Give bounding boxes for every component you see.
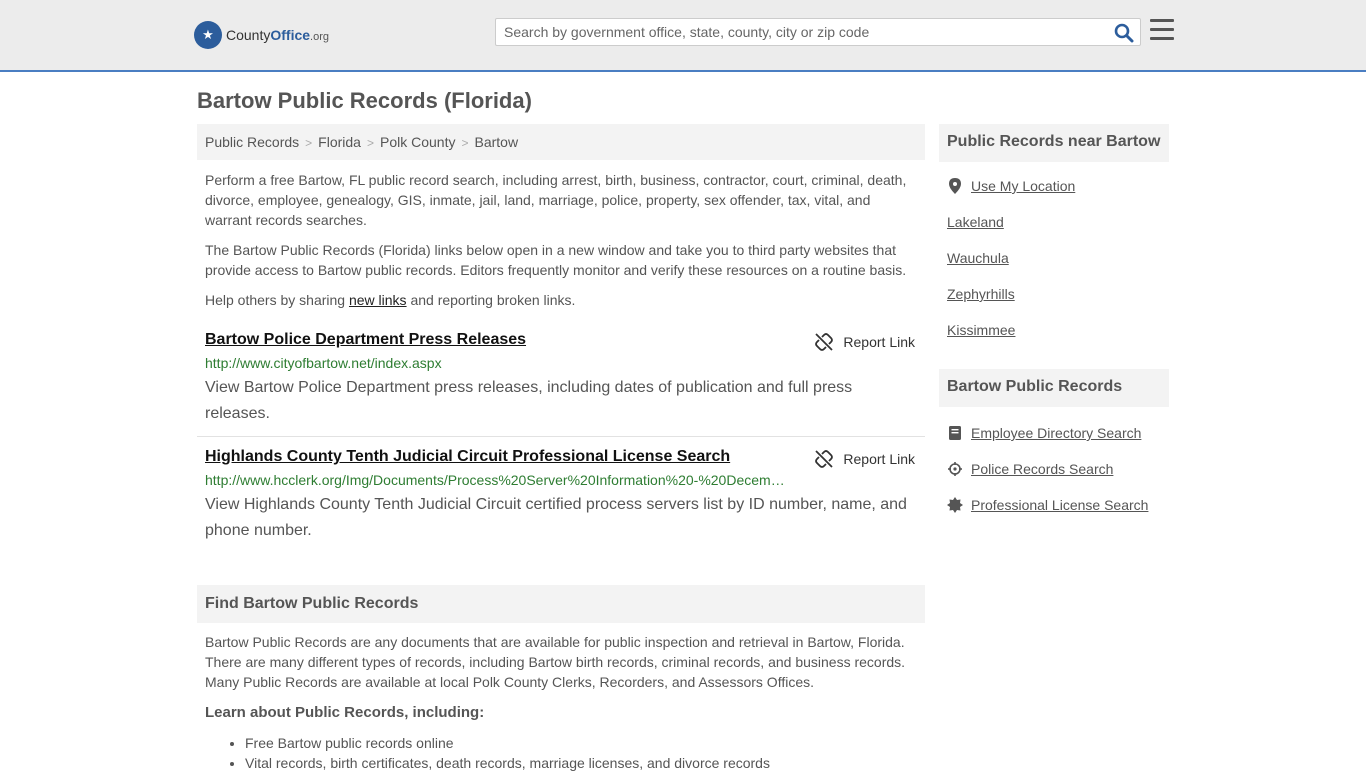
record-item: Highlands County Tenth Judicial Circuit … xyxy=(197,448,925,544)
learn-heading: Learn about Public Records, including: xyxy=(205,704,485,721)
learn-list: Free Bartow public records online Vital … xyxy=(245,733,770,773)
nearby-city-link-zephyrhills[interactable]: Zephyrhills xyxy=(947,286,1015,302)
report-link-button[interactable]: Report Link xyxy=(815,450,915,468)
breadcrumb-separator-icon: > xyxy=(461,136,469,150)
badge-icon xyxy=(947,497,963,513)
page-title: Bartow Public Records (Florida) xyxy=(197,88,532,113)
record-item: Bartow Police Department Press Releases … xyxy=(197,331,925,427)
book-icon xyxy=(947,426,963,440)
employee-directory-search-link[interactable]: Employee Directory Search xyxy=(947,425,1141,441)
record-url: http://www.cityofbartow.net/index.aspx xyxy=(205,355,442,371)
record-title-link[interactable]: Highlands County Tenth Judicial Circuit … xyxy=(205,448,730,465)
logo-text: CountyOffice.org xyxy=(226,27,330,43)
search-input[interactable] xyxy=(504,20,1104,44)
use-my-location-link[interactable]: Use My Location xyxy=(947,178,1075,194)
record-description: View Bartow Police Department press rele… xyxy=(205,379,853,422)
nearby-city-link-kissimmee[interactable]: Kissimmee xyxy=(947,322,1015,338)
nearby-city-link-lakeland[interactable]: Lakeland xyxy=(947,214,1004,230)
location-pin-icon xyxy=(947,178,963,194)
breadcrumb-separator-icon: > xyxy=(366,136,374,150)
report-link-button[interactable]: Report Link xyxy=(815,333,915,351)
record-description: View Highlands County Tenth Judicial Cir… xyxy=(205,496,907,539)
breadcrumb-public-records[interactable]: Public Records xyxy=(205,134,299,150)
county-office-logo-icon: ★ xyxy=(194,21,222,49)
breadcrumb-separator-icon: > xyxy=(305,136,313,150)
site-header: ★ CountyOffice.org xyxy=(0,0,1366,72)
find-records-heading: Find Bartow Public Records xyxy=(197,585,925,623)
list-item: Vital records, birth certificates, death… xyxy=(245,753,770,773)
hamburger-menu-icon[interactable] xyxy=(1150,19,1176,43)
breadcrumb-florida[interactable]: Florida xyxy=(318,134,361,150)
professional-license-search-link[interactable]: Professional License Search xyxy=(947,497,1148,513)
nearby-city-link-wauchula[interactable]: Wauchula xyxy=(947,250,1009,266)
breadcrumb: Public Records > Florida > Polk County > Barto… xyxy=(197,124,925,160)
share-paragraph: Help others by sharing new links and rep… xyxy=(205,292,576,308)
report-link-label: Report Link xyxy=(843,451,915,467)
disclaimer-paragraph: The Bartow Public Records (Florida) link… xyxy=(205,242,907,278)
crosshair-icon xyxy=(947,462,963,476)
report-link-label: Report Link xyxy=(843,334,915,350)
intro-paragraph: Perform a free Bartow, FL public record … xyxy=(205,172,907,228)
site-logo[interactable]: ★ CountyOffice.org xyxy=(194,21,329,49)
list-item: Free Bartow public records online xyxy=(245,733,770,753)
record-divider xyxy=(197,436,925,437)
broken-link-icon xyxy=(815,450,834,468)
search-box xyxy=(495,18,1141,46)
record-title-link[interactable]: Bartow Police Department Press Releases xyxy=(205,331,526,348)
new-links-link[interactable]: new links xyxy=(349,292,407,308)
search-icon[interactable] xyxy=(1114,23,1134,43)
find-records-text: Bartow Public Records are any documents … xyxy=(205,634,906,690)
police-records-search-link[interactable]: Police Records Search xyxy=(947,461,1113,477)
broken-link-icon xyxy=(815,333,834,351)
breadcrumb-polk-county[interactable]: Polk County xyxy=(380,134,455,150)
record-url: http://www.hcclerk.org/Img/Documents/Pro… xyxy=(205,472,785,488)
nearby-records-heading: Public Records near Bartow xyxy=(939,124,1169,162)
bartow-records-heading: Bartow Public Records xyxy=(939,369,1169,407)
breadcrumb-bartow: Bartow xyxy=(474,134,519,150)
